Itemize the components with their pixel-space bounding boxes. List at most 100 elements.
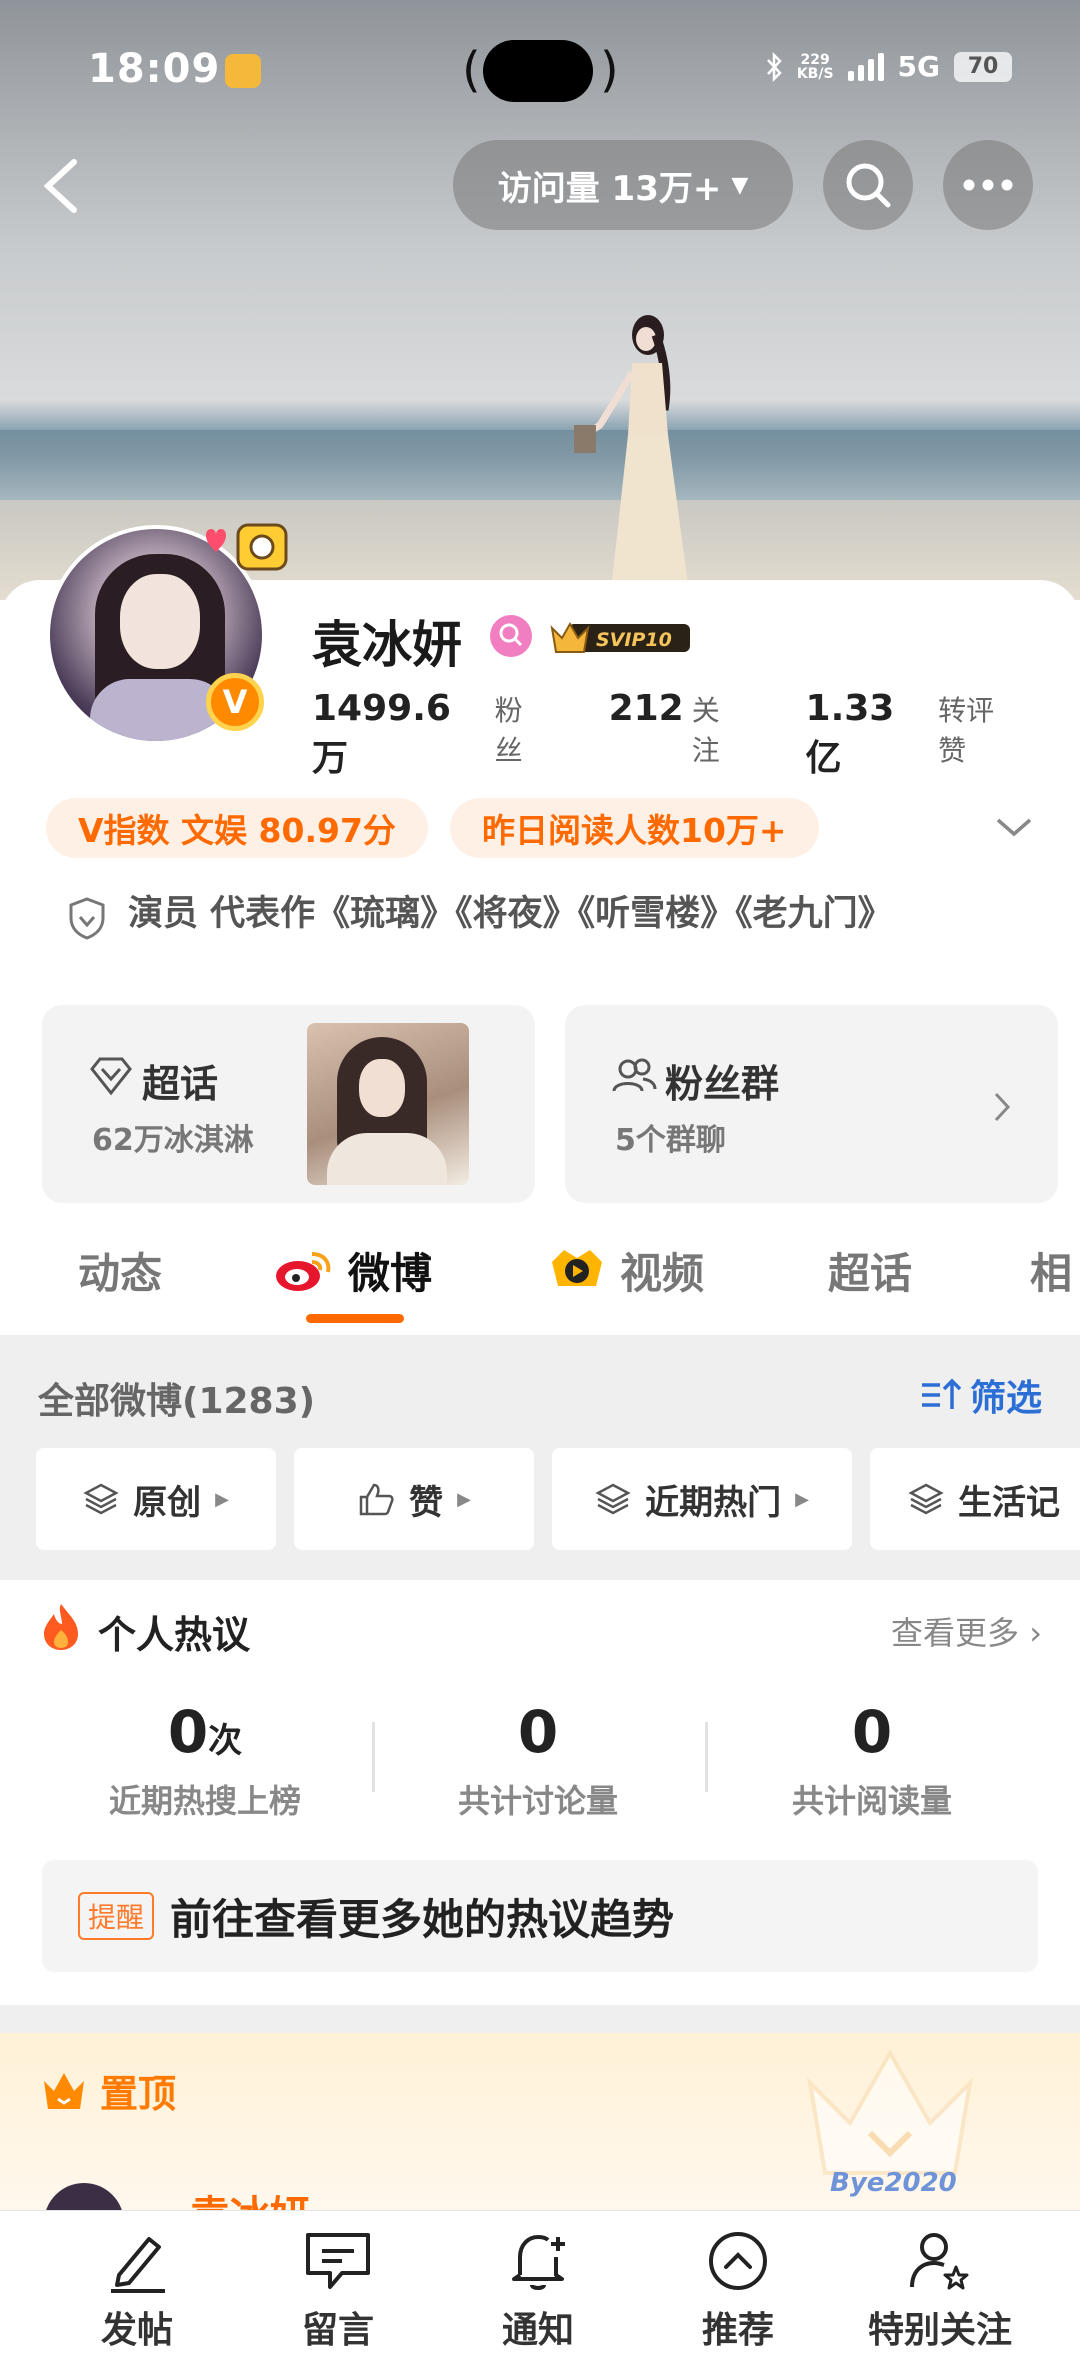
stat-interactions-label: 转评赞 (938, 694, 995, 767)
dynamic-island (483, 40, 593, 102)
yesterday-reads-pill[interactable]: 昨日阅读人数10万+ (450, 798, 819, 858)
weibo-notification-icon (225, 54, 261, 88)
chaohua-title: 超话 (142, 1062, 219, 1106)
cover-figure (574, 315, 690, 600)
post-button[interactable]: 发帖 (67, 2229, 207, 2353)
svip-badge-text: SVIP10 (596, 629, 672, 651)
v-index-pill[interactable]: V指数 文娱 80.97分 (46, 798, 428, 858)
post-avatar[interactable] (44, 2183, 124, 2213)
reminder-text: 前往查看更多她的热议趋势 (170, 1894, 675, 1944)
female-gender-icon (490, 615, 532, 657)
up-circle-icon (709, 2232, 767, 2290)
net-speed-unit: KB/S (796, 65, 834, 82)
shield-icon (69, 897, 105, 940)
back-button[interactable] (30, 150, 90, 220)
metric-divider (705, 1722, 708, 1792)
hot-discussion-panel: 个人热议 查看更多 › 0次 近期热搜上榜 0 共计讨论量 0 共计阅读量 提醒… (0, 1580, 1080, 2005)
crown-icon (44, 2073, 84, 2109)
triangle-right-icon: ▶ (795, 1488, 809, 1510)
sea (0, 430, 1080, 500)
tab-video-label: 视频 (620, 1249, 705, 1298)
notify-button[interactable]: 通知 (468, 2229, 608, 2353)
filter-chips: 原创 ▶ 赞 ▶ 近期热门 ▶ 生活记 (36, 1448, 1080, 1550)
trend-reminder[interactable]: 提醒 前往查看更多她的热议趋势 (42, 1860, 1038, 1972)
recommend-button[interactable]: 推荐 (668, 2229, 808, 2353)
see-more-link[interactable]: 查看更多 › (891, 1608, 1042, 1654)
net-speed-value: 229 (800, 51, 830, 68)
network-type: 5G (897, 50, 940, 83)
message-label: 留言 (301, 2310, 374, 2351)
post-author-name[interactable]: 袁冰妍 (190, 2183, 310, 2213)
message-button[interactable]: 留言 (268, 2229, 408, 2353)
chip-life-record-label: 生活记 (958, 1482, 1060, 1523)
tab-weibo[interactable]: 微博 (272, 1240, 432, 1301)
tab-dynamic[interactable]: 动态 (78, 1240, 162, 1301)
fans-group-sub: 5个群聊 (615, 1123, 726, 1158)
chip-likes-label: 赞 (409, 1482, 444, 1523)
visits-label: 访问量 13万+ (497, 168, 722, 209)
avatar[interactable]: V (46, 523, 288, 745)
stat-following[interactable]: 212 关注 (609, 688, 748, 769)
net-speed: 229 KB/S (797, 53, 834, 81)
tab-album[interactable]: 相 (1030, 1240, 1072, 1301)
visits-button[interactable]: 访问量 13万+ ▼ (453, 140, 793, 230)
stat-fans[interactable]: 1499.6万 粉丝 (312, 688, 551, 781)
fire-icon (44, 1604, 78, 1650)
chip-life-record[interactable]: 生活记 (870, 1448, 1080, 1550)
bottom-action-bar: 发帖 留言 通知 推荐 特别关注 (0, 2210, 1080, 2373)
tab-video[interactable]: 视频 (548, 1240, 704, 1301)
status-bar: 18:09 ( ) 229 KB/S 5G 70 (0, 40, 1080, 102)
filter-button[interactable]: 筛选 (920, 1369, 1042, 1421)
reminder-tag: 提醒 (78, 1892, 155, 1940)
pen-icon (111, 2237, 165, 2293)
island-bracket-left: ( (462, 42, 481, 98)
stat-fans-label: 粉丝 (494, 694, 523, 767)
chip-likes[interactable]: 赞 ▶ (294, 1448, 534, 1550)
recommend-label: 推荐 (701, 2310, 774, 2351)
pinned-section: 置顶 Bye2020 袁冰妍 (0, 2033, 1080, 2213)
see-more-label: 查看更多 (891, 1614, 1020, 1652)
chaohua-box[interactable]: 超话 62万冰淇淋 (42, 1005, 535, 1203)
fans-group-box[interactable]: 粉丝群 5个群聊 (565, 1005, 1058, 1203)
metric-discussions-value: 0 (517, 1698, 559, 1766)
status-time: 18:09 (88, 46, 221, 92)
battery-icon: 70 (954, 51, 1012, 82)
metric-reads-label: 共计阅读量 (791, 1782, 952, 1820)
profile-tabs: 动态 微博 视频 超话 相 (0, 1222, 1080, 1332)
section-gap (0, 2005, 1080, 2033)
tab-chaohua[interactable]: 超话 (828, 1240, 912, 1301)
svip-badge[interactable]: SVIP10 (548, 618, 693, 656)
top-nav: 访问量 13万+ ▼ (0, 140, 1080, 230)
tab-weibo-label: 微博 (348, 1249, 433, 1298)
filter-label: 筛选 (969, 1378, 1042, 1419)
signal-icon (847, 52, 884, 81)
tab-album-label: 相 (1030, 1249, 1073, 1298)
tab-dynamic-label: 动态 (78, 1249, 163, 1298)
chip-original[interactable]: 原创 ▶ (36, 1448, 276, 1550)
pinned-label: 置顶 (100, 2072, 177, 2116)
stat-following-value: 212 (608, 688, 684, 729)
profile-stats: 1499.6万 粉丝 212 关注 1.33亿 转评赞 (312, 688, 1080, 781)
chaohua-sub: 62万冰淇淋 (92, 1123, 254, 1158)
filter-sort-icon (921, 1378, 962, 1409)
more-button[interactable] (943, 140, 1033, 230)
triangle-right-icon: ▶ (215, 1488, 229, 1510)
stat-fans-value: 1499.6万 (312, 688, 451, 779)
all-weibo-count: 全部微博(1283) (38, 1381, 316, 1422)
stat-interactions[interactable]: 1.33亿 转评赞 (806, 688, 1023, 781)
hot-discussion-title: 个人热议 (98, 1613, 251, 1657)
avatar-pendant-icon (206, 523, 288, 571)
island-bracket-right: ) (600, 42, 619, 98)
chevron-down-icon[interactable] (990, 812, 1038, 842)
metric-discussions: 0 共计讨论量 (398, 1698, 678, 1822)
feed-filter-area: 全部微博(1283) 筛选 原创 ▶ 赞 ▶ 近期热门 ▶ 生活记 (0, 1335, 1080, 1580)
metric-reads: 0 共计阅读量 (732, 1698, 1012, 1822)
chevron-right-icon (994, 1092, 1011, 1122)
special-follow-button[interactable]: 特别关注 (850, 2229, 1030, 2353)
search-button[interactable] (823, 140, 913, 230)
bluetooth-icon (766, 51, 782, 82)
active-tab-indicator (306, 1314, 404, 1323)
chip-recent-hot[interactable]: 近期热门 ▶ (552, 1448, 852, 1550)
verified-v-icon: V (206, 673, 264, 731)
layers-icon (908, 1483, 944, 1515)
